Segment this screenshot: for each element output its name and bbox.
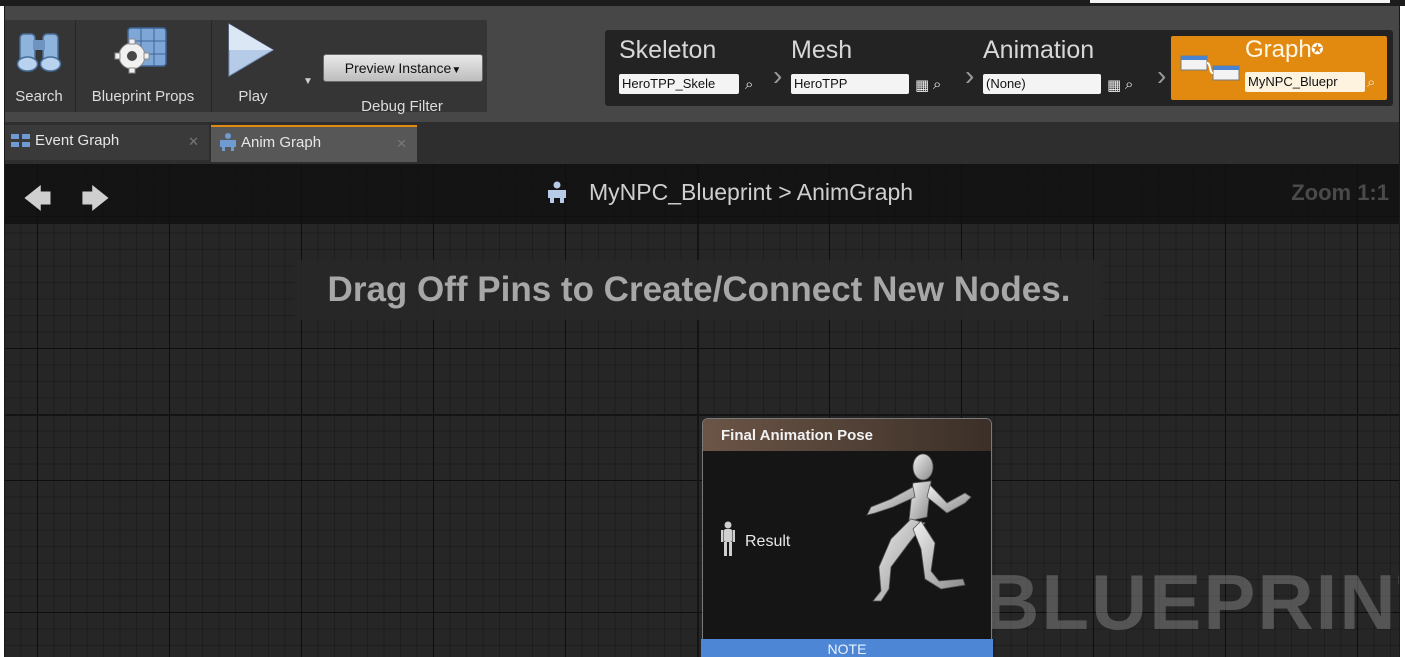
breadcrumb-separator: > [778,179,792,205]
blueprint-props-button[interactable]: Blueprint Props [77,20,209,112]
result-pin-label: Result [745,533,791,550]
search-icon[interactable]: ⌕ [1125,76,1133,93]
graph-canvas[interactable]: 🡄 🡆 MyNPC_Blueprint > AnimGraph Zoom 1:1… [5,164,1399,657]
blueprint-watermark: BLUEPRINT [983,558,1399,646]
animation-mode[interactable]: Animation (None) ▦ ⌕ [983,30,1153,106]
chevron-down-icon: ▼ [451,65,462,76]
event-graph-icon [11,134,30,147]
grid-icon[interactable]: ▦ [915,76,929,94]
debug-filter-label: Debug Filter [361,98,443,115]
running-mannequin-icon [866,453,972,602]
preview-instance-label: Preview Instance [344,60,452,76]
blueprint-props-label: Blueprint Props [91,88,195,105]
search-button-label: Search [15,88,63,105]
chevron-right-icon: › [1157,60,1167,91]
tab-bar: Event Graph ✕ Anim Graph ✕ [5,122,1399,164]
back-arrow-icon[interactable]: 🡄 [23,178,52,226]
mannequin-icon [721,521,735,556]
binoculars-icon [16,33,62,72]
tab-event-graph[interactable]: Event Graph ✕ [5,125,209,160]
graph-mode-icon [1180,55,1240,81]
breadcrumb-graph: AnimGraph [796,179,914,205]
search-button[interactable]: Search [5,20,73,112]
tab-anim-graph[interactable]: Anim Graph ✕ [211,125,417,162]
graph-mode[interactable]: Graph ✪ MyNPC_Bluepr ⌕ [1171,36,1387,100]
preview-instance-dropdown[interactable]: Preview Instance▼ [323,54,483,82]
mesh-mode-title: Mesh [791,36,853,64]
mesh-mode[interactable]: Mesh HeroTPP ▦ ⌕ [791,30,966,106]
zoom-indicator: Zoom 1:1 [1291,180,1389,205]
node-header: Final Animation Pose [703,419,991,451]
toolbar: Search Blueprint Props Play ▼ Preview In… [5,6,1399,122]
star-icon: ✪ [1311,41,1324,58]
search-icon[interactable]: ⌕ [933,76,941,93]
toolbar-separator [211,20,212,112]
graph-mode-title: Graph [1245,36,1312,63]
breadcrumb: MyNPC_Blueprint > AnimGraph [545,179,913,206]
hint-box: Drag Off Pins to Create/Connect New Node… [295,260,1103,320]
anim-graph-icon [548,181,566,203]
gear-grid-icon [114,27,167,74]
graph-hint-text: Drag Off Pins to Create/Connect New Node… [327,270,1071,309]
search-icon[interactable]: ⌕ [1367,74,1375,91]
play-button[interactable]: Play [213,20,293,112]
chevron-right-icon: › [773,60,783,91]
node-title: Final Animation Pose [721,427,873,444]
mesh-field[interactable]: HeroTPP [791,74,909,94]
window-top-gap [1090,0,1390,3]
forward-arrow-icon[interactable]: 🡆 [81,178,110,226]
anim-graph-icon [220,133,236,151]
skeleton-mode-title: Skeleton [619,36,717,64]
grid-icon[interactable]: ▦ [1107,76,1121,94]
note-bar[interactable]: NOTE [701,639,993,657]
play-icon [228,23,274,77]
skeleton-field[interactable]: HeroTPP_Skele [619,74,739,94]
graph-header: 🡄 🡆 MyNPC_Blueprint > AnimGraph Zoom 1:1 [5,164,1399,224]
blueprint-editor: Search Blueprint Props Play ▼ Preview In… [4,6,1400,657]
chevron-right-icon: › [965,60,975,91]
toolbar-separator [75,20,76,112]
close-icon[interactable]: ✕ [396,136,407,152]
search-icon[interactable]: ⌕ [745,76,753,93]
tab-event-graph-label: Event Graph [35,132,120,149]
tab-anim-graph-label: Anim Graph [241,134,322,151]
toolbar-group: Search Blueprint Props Play ▼ Preview In… [5,20,487,115]
close-icon[interactable]: ✕ [188,134,199,150]
breadcrumb-blueprint[interactable]: MyNPC_Blueprint [589,179,772,205]
chevron-down-icon[interactable]: ▼ [303,76,313,87]
skeleton-mode[interactable]: Skeleton HeroTPP_Skele ⌕ [619,30,789,106]
play-button-label: Play [238,88,268,105]
final-animation-pose-node[interactable]: Final Animation Pose Result [702,418,992,657]
animation-field[interactable]: (None) [983,74,1101,94]
graph-field[interactable]: MyNPC_Bluepr [1245,72,1365,92]
animation-mode-title: Animation [983,36,1095,64]
